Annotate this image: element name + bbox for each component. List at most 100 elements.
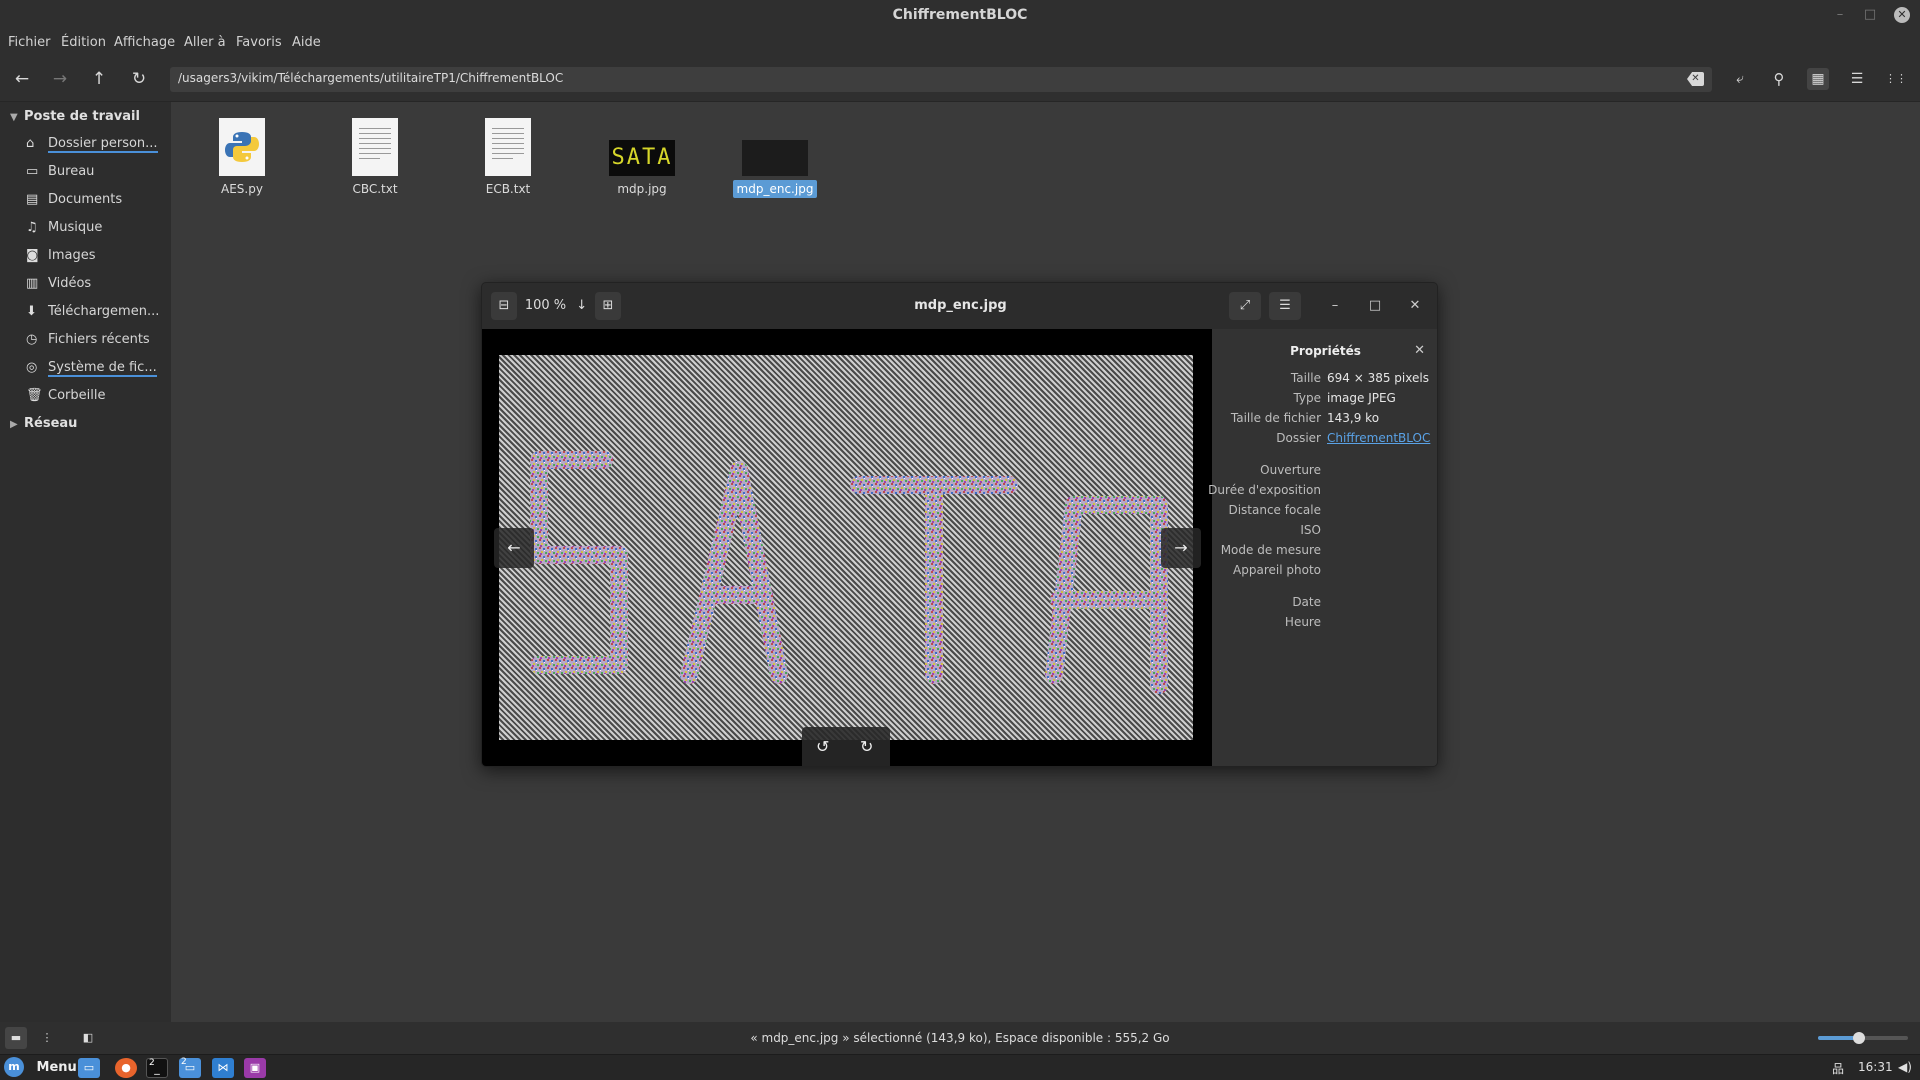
viewer-minimize-button[interactable]: – <box>1327 298 1343 313</box>
clear-icon[interactable]: ✕ <box>1687 72 1704 86</box>
vscode-icon[interactable]: ⋈ <box>212 1058 234 1078</box>
maximize-button[interactable]: □ <box>1862 7 1878 23</box>
sidebar-header-network[interactable]: ▶ Réseau <box>10 416 77 431</box>
file-name: mdp.jpg <box>617 182 667 196</box>
menu-favoris[interactable]: Favoris <box>236 35 282 50</box>
file-name: CBC.txt <box>352 182 398 196</box>
toggle-location-icon[interactable]: ⤶ <box>1729 68 1751 90</box>
properties-panel: Propriétés ✕ Taille 694 × 385 pixels Type… <box>1208 329 1437 766</box>
sidebar-item-music[interactable]: ♫ Musique <box>26 220 102 240</box>
minimize-button[interactable]: – <box>1832 7 1848 23</box>
menu-fichier[interactable]: Fichier <box>8 35 51 50</box>
sidebar-header-computer[interactable]: ▼ Poste de travail <box>10 109 140 124</box>
file-name: ECB.txt <box>485 182 531 196</box>
image-viewer-window: ⊟ 100 % ↓ ⊞ mdp_enc.jpg ⤢ ☰ – □ ✕ ← → ↺ … <box>481 282 1438 767</box>
sidebar-item-label: Bureau <box>48 164 95 179</box>
menu-edition[interactable]: Édition <box>61 35 106 50</box>
up-icon[interactable]: ↑ <box>88 68 110 90</box>
date-row: Date <box>1292 595 1321 609</box>
image-thumbnail: SATA <box>609 140 675 176</box>
image-thumbnail <box>742 140 808 176</box>
files-launcher-icon[interactable]: ▭ <box>78 1058 100 1078</box>
location-bar[interactable]: /usagers3/vikim/Téléchargements/utilitai… <box>170 67 1712 92</box>
zoom-slider-handle[interactable] <box>1852 1032 1865 1044</box>
zoom-level-dropdown[interactable]: 100 % ↓ <box>521 292 591 320</box>
toolbar: ← → ↑ ↻ /usagers3/vikim/Téléchargements/… <box>0 56 1920 102</box>
sidebar-item-documents[interactable]: ▤ Documents <box>26 192 122 212</box>
text-file-icon <box>485 118 531 176</box>
sidebar-item-pictures[interactable]: ◙ Images <box>26 248 96 268</box>
properties-close-icon[interactable]: ✕ <box>1414 343 1425 358</box>
sidebar-item-label: Images <box>48 248 96 263</box>
rotate-left-icon[interactable]: ↺ <box>816 737 829 756</box>
viewer-maximize-button[interactable]: □ <box>1367 298 1383 313</box>
statusbar: ▬ ⋮ ◧ « mdp_enc.jpg » sélectionné (143,9… <box>0 1022 1920 1054</box>
menu-affichage[interactable]: Affichage <box>114 35 175 50</box>
zoom-in-icon[interactable]: ⊞ <box>595 292 621 320</box>
folder-link[interactable]: ChiffrementBLOC <box>1327 431 1430 445</box>
sidebar: ▼ Poste de travail ⌂ Dossier person... ▭ Bu… <box>0 102 171 1022</box>
download-icon: ⬇ <box>26 304 37 319</box>
sidebar-item-videos[interactable]: ▥ Vidéos <box>26 276 91 296</box>
documents-icon: ▤ <box>26 192 39 207</box>
window-titlebar: ChiffrementBLOC – □ ✕ <box>0 0 1920 30</box>
image-viewer-icon[interactable]: ▣ <box>244 1058 266 1078</box>
menu-aller[interactable]: Aller à <box>184 35 226 50</box>
desktop-icon: ▭ <box>26 164 39 179</box>
next-image-icon[interactable]: → <box>1161 528 1201 568</box>
window-title: ChiffrementBLOC <box>892 7 1028 23</box>
hamburger-menu-icon[interactable]: ☰ <box>1269 292 1301 320</box>
expanded-triangle-icon: ▼ <box>10 112 18 123</box>
search-icon[interactable]: ⚲ <box>1768 68 1790 90</box>
file-item[interactable]: CBC.txt <box>330 118 420 198</box>
compact-view-icon[interactable]: ⋮⋮ <box>1885 68 1907 90</box>
sidebar-item-label: Musique <box>48 220 103 235</box>
clock-icon: ◷ <box>26 332 38 347</box>
location-path[interactable]: /usagers3/vikim/Téléchargements/utilitai… <box>178 71 563 85</box>
terminal-icon[interactable]: 2 _ <box>146 1058 168 1078</box>
viewer-close-button[interactable]: ✕ <box>1407 298 1423 313</box>
rotate-right-icon[interactable]: ↻ <box>860 737 873 756</box>
network-icon[interactable]: 品 <box>1832 1060 1844 1077</box>
volume-icon[interactable]: ◀) <box>1898 1060 1912 1074</box>
sidebar-item-label: Documents <box>48 192 123 207</box>
zoom-out-icon[interactable]: ⊟ <box>491 292 517 320</box>
firefox-icon[interactable]: ● <box>115 1058 137 1078</box>
sidebar-item-label: Téléchargemen... <box>48 304 160 319</box>
icon-view-icon[interactable]: ▦ <box>1807 68 1829 90</box>
sidebar-item-label: Dossier person... <box>48 136 158 153</box>
files-window-icon[interactable]: 2 ▭ <box>179 1057 201 1078</box>
file-item-selected[interactable]: mdp_enc.jpg <box>730 118 820 198</box>
menu-aide[interactable]: Aide <box>292 35 321 50</box>
sidebar-item-downloads[interactable]: ⬇ Téléchargemen... <box>26 304 159 324</box>
drive-icon: ◎ <box>26 360 38 375</box>
rotate-toolbar: ↺ ↻ <box>802 727 890 766</box>
zoom-slider[interactable] <box>1818 1032 1908 1044</box>
collapsed-triangle-icon: ▶ <box>10 419 18 430</box>
viewer-headerbar: ⊟ 100 % ↓ ⊞ mdp_enc.jpg ⤢ ☰ – □ ✕ <box>482 283 1437 329</box>
exif-row: Ouverture <box>1260 463 1321 477</box>
forward-icon[interactable]: → <box>49 68 71 90</box>
previous-image-icon[interactable]: ← <box>494 528 534 568</box>
sidebar-item-desktop[interactable]: ▭ Bureau <box>26 164 94 184</box>
fullscreen-icon[interactable]: ⤢ <box>1229 292 1261 320</box>
file-item[interactable]: ECB.txt <box>463 118 553 198</box>
file-name: mdp_enc.jpg <box>732 180 818 198</box>
sidebar-item-home[interactable]: ⌂ Dossier person... <box>26 136 158 156</box>
close-button[interactable]: ✕ <box>1894 7 1910 23</box>
file-item[interactable]: SATA mdp.jpg <box>597 118 687 198</box>
back-icon[interactable]: ← <box>11 68 33 90</box>
properties-title: Propriétés <box>1290 344 1361 358</box>
exif-row: Mode de mesure <box>1220 543 1321 557</box>
sidebar-item-recent[interactable]: ◷ Fichiers récents <box>26 332 150 352</box>
reload-icon[interactable]: ↻ <box>128 68 150 90</box>
start-menu-button[interactable]: m Menu <box>4 1057 77 1079</box>
clock[interactable]: 16:31 <box>1858 1060 1893 1074</box>
sidebar-item-filesystem[interactable]: ◎ Système de fic... <box>26 360 157 380</box>
file-item[interactable]: AES.py <box>197 118 287 198</box>
sidebar-item-label: Vidéos <box>48 276 92 291</box>
music-icon: ♫ <box>26 220 38 235</box>
list-view-icon[interactable]: ☰ <box>1846 68 1868 90</box>
sidebar-item-trash[interactable]: 🗑 Corbeille <box>26 388 105 408</box>
image-canvas[interactable]: ← → ↺ ↻ <box>482 329 1212 766</box>
